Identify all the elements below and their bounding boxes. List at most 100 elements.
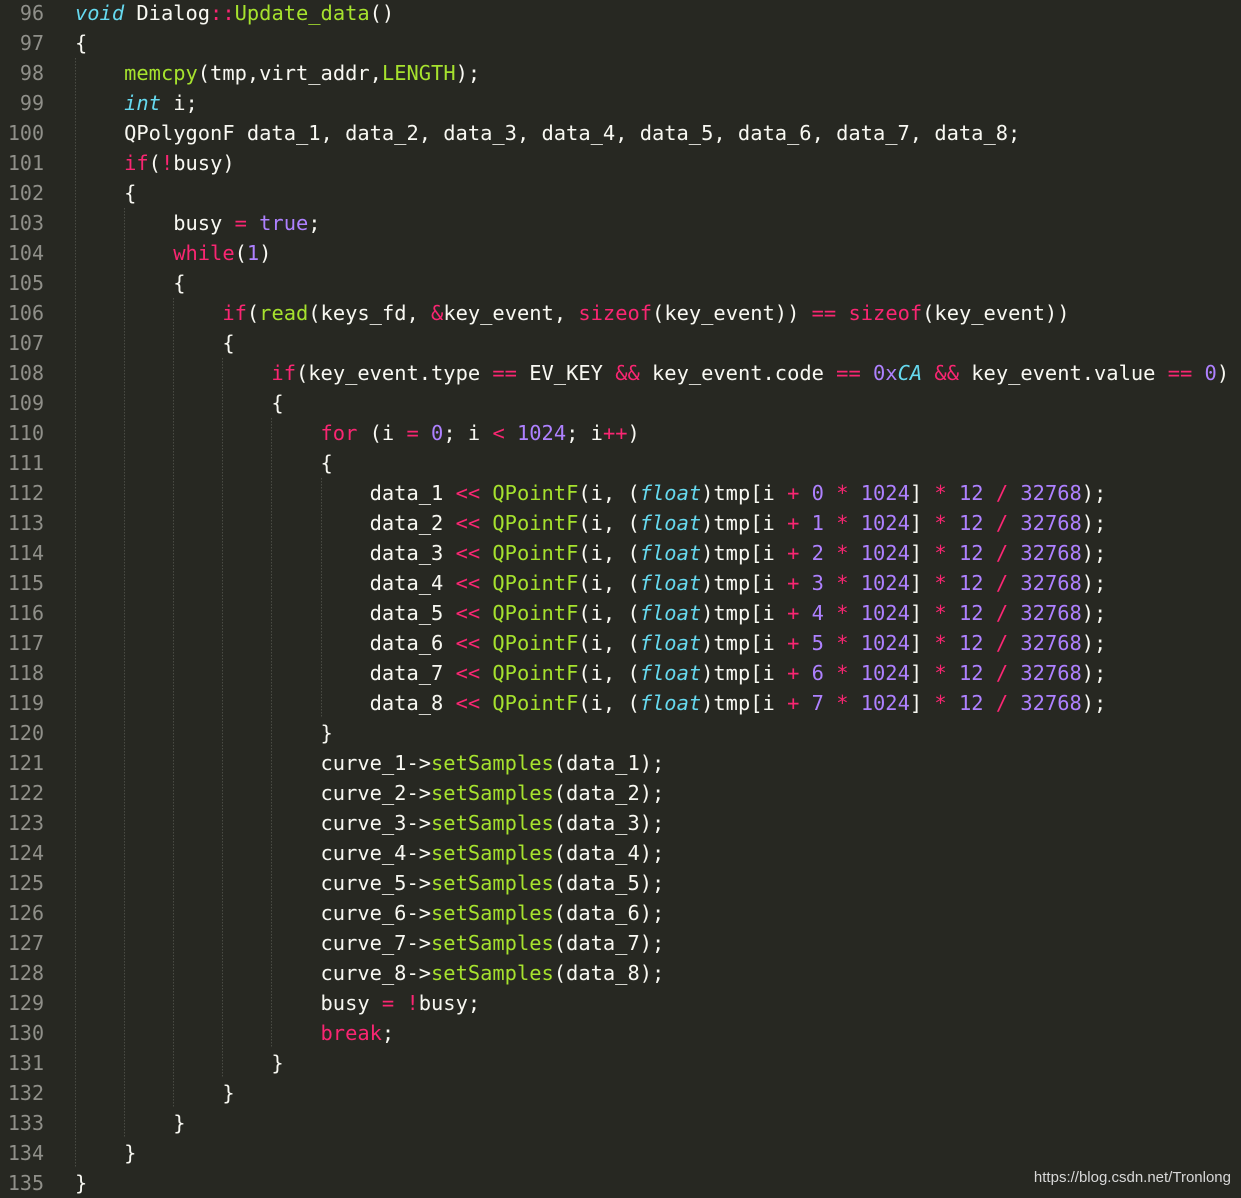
code-token: (key_event)) — [922, 301, 1070, 325]
code-token: float — [639, 511, 702, 535]
code-token: = — [381, 991, 395, 1015]
code-token: 1024 — [860, 661, 910, 685]
code-line[interactable]: 121 curve_1->setSamples(data_1); — [0, 748, 1241, 778]
code-line[interactable]: 120 } — [0, 718, 1241, 748]
line-number: 133 — [7, 1111, 44, 1135]
code-line[interactable]: 102 { — [0, 178, 1241, 208]
code-line[interactable]: 130 break; — [0, 1018, 1241, 1048]
line-number: 135 — [7, 1171, 44, 1195]
code-token: curve_8-> — [75, 961, 432, 985]
code-line[interactable]: 108 if(key_event.type == EV_KEY && key_e… — [0, 358, 1241, 388]
code-line[interactable]: 126 curve_6->setSamples(data_6); — [0, 898, 1241, 928]
line-number: 109 — [7, 391, 44, 415]
code-line[interactable]: 113 data_2 << QPointF(i, (float)tmp[i + … — [0, 508, 1241, 538]
code-line[interactable]: 133 } — [0, 1108, 1241, 1138]
code-text: memcpy(tmp,virt_addr,LENGTH); — [75, 58, 480, 88]
code-text: data_1 << QPointF(i, (float)tmp[i + 0 * … — [75, 478, 1107, 508]
code-token: ; i — [566, 421, 603, 445]
code-line[interactable]: 99 int i; — [0, 88, 1241, 118]
code-token: ] — [909, 541, 935, 565]
code-line[interactable]: 125 curve_5->setSamples(data_5); — [0, 868, 1241, 898]
code-token: 12 — [958, 541, 984, 565]
code-token: } — [75, 1051, 284, 1075]
code-line[interactable]: 124 curve_4->setSamples(data_4); — [0, 838, 1241, 868]
code-line[interactable]: 132 } — [0, 1078, 1241, 1108]
code-token: << — [455, 571, 481, 595]
code-line[interactable]: 98 memcpy(tmp,virt_addr,LENGTH); — [0, 58, 1241, 88]
code-token: ); — [1081, 481, 1107, 505]
code-line[interactable]: 114 data_3 << QPointF(i, (float)tmp[i + … — [0, 538, 1241, 568]
code-token: )tmp[i — [701, 541, 788, 565]
code-token: i; — [160, 91, 198, 115]
code-line[interactable]: 106 if(read(keys_fd, &key_event, sizeof(… — [0, 298, 1241, 328]
code-line[interactable]: 107 { — [0, 328, 1241, 358]
code-token: ; — [308, 211, 321, 235]
code-token: QPointF — [492, 481, 579, 505]
code-editor[interactable]: 96 void Dialog::Update_data() 97{98 memcpy… — [0, 0, 1241, 1196]
code-text: curve_5->setSamples(data_5); — [75, 868, 665, 898]
code-line[interactable]: 116 data_5 << QPointF(i, (float)tmp[i + … — [0, 598, 1241, 628]
code-token: ] — [909, 601, 935, 625]
code-line[interactable]: 127 curve_7->setSamples(data_7); — [0, 928, 1241, 958]
code-line[interactable]: 131 } — [0, 1048, 1241, 1078]
code-line[interactable]: 122 curve_2->setSamples(data_2); — [0, 778, 1241, 808]
line-number: 116 — [7, 601, 44, 625]
code-token: QPointF — [492, 661, 579, 685]
code-line[interactable]: 112 data_1 << QPointF(i, (float)tmp[i + … — [0, 478, 1241, 508]
code-token: curve_2-> — [75, 781, 432, 805]
code-line[interactable]: 129 busy = !busy; — [0, 988, 1241, 1018]
code-token: * — [934, 481, 947, 505]
code-token: ; — [381, 1021, 395, 1045]
code-token: (i, ( — [578, 511, 640, 535]
code-line[interactable]: 110 for (i = 0; i < 1024; i++) — [0, 418, 1241, 448]
code-token: for — [320, 421, 358, 445]
code-line[interactable]: 115 data_4 << QPointF(i, (float)tmp[i + … — [0, 568, 1241, 598]
code-line[interactable]: 97 { — [0, 28, 1241, 58]
code-token: 7 — [811, 691, 824, 715]
code-line[interactable]: 134 } — [0, 1138, 1241, 1168]
code-line[interactable]: 117 data_6 << QPointF(i, (float)tmp[i + … — [0, 628, 1241, 658]
code-token: * — [934, 571, 947, 595]
code-token: 5 — [811, 631, 824, 655]
code-line[interactable]: 96 void Dialog::Update_data() — [0, 0, 1241, 28]
code-token: ] — [909, 691, 935, 715]
code-line[interactable]: 128 curve_8->setSamples(data_8); — [0, 958, 1241, 988]
code-line[interactable]: 100 QPolygonF data_1, data_2, data_3, da… — [0, 118, 1241, 148]
code-token: ] — [909, 661, 935, 685]
code-line[interactable]: 101 if(!busy) — [0, 148, 1241, 178]
code-token: 1024 — [860, 601, 910, 625]
code-line[interactable]: 104 while(1) — [0, 238, 1241, 268]
code-token: { — [75, 271, 186, 295]
code-line[interactable]: 123 curve_3->setSamples(data_3); — [0, 808, 1241, 838]
code-line[interactable]: 109 { — [0, 388, 1241, 418]
code-token: / — [995, 571, 1009, 595]
code-line[interactable]: 111 { — [0, 448, 1241, 478]
code-token: )tmp[i — [701, 481, 788, 505]
line-number: 103 — [7, 211, 44, 235]
code-token: float — [639, 631, 702, 655]
code-token: (data_2); — [553, 781, 665, 805]
code-token: float — [639, 601, 702, 625]
code-token: 0 — [1204, 361, 1217, 385]
code-line[interactable]: 118 data_7 << QPointF(i, (float)tmp[i + … — [0, 658, 1241, 688]
code-token: 32768 — [1020, 631, 1082, 655]
code-token: 3 — [811, 571, 824, 595]
code-line[interactable]: 103 busy = true; — [0, 208, 1241, 238]
code-token: } — [75, 1141, 137, 1165]
code-line[interactable]: 119 data_8 << QPointF(i, (float)tmp[i + … — [0, 688, 1241, 718]
line-number: 126 — [7, 901, 44, 925]
code-line[interactable]: 105 { — [0, 268, 1241, 298]
code-token: 32768 — [1020, 691, 1082, 715]
line-number: 131 — [7, 1051, 44, 1075]
code-token: )tmp[i — [701, 631, 788, 655]
